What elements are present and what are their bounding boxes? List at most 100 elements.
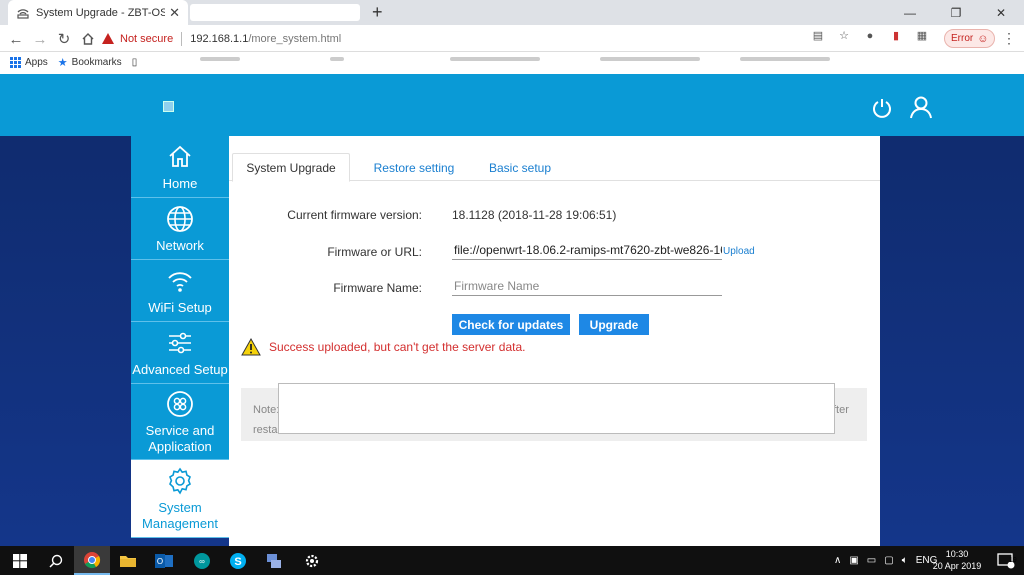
- bookmarks-label: Bookmarks: [71, 56, 122, 68]
- wifi-icon: [165, 266, 195, 296]
- sidebar-item-system-management[interactable]: System Management: [131, 460, 229, 538]
- system-tray: ∧ ▣ ▭ ▢ 🔈︎ ENG: [834, 546, 937, 575]
- sliders-icon: [165, 328, 195, 358]
- outlook-icon[interactable]: O: [146, 546, 182, 575]
- search-icon[interactable]: [38, 546, 74, 575]
- clock-time: 10:30: [945, 549, 969, 559]
- sidebar-item-label: WiFi Setup: [148, 299, 212, 315]
- tray-battery-icon[interactable]: ▭: [867, 555, 876, 566]
- skype-icon[interactable]: S: [220, 546, 256, 575]
- settings-gear-icon[interactable]: [294, 546, 330, 575]
- bookmarks-folder[interactable]: ★ Bookmarks: [58, 56, 122, 69]
- apps-grid-icon: [10, 56, 21, 68]
- page-bookmark[interactable]: ▯: [132, 57, 138, 68]
- windows-start-icon[interactable]: [2, 546, 38, 575]
- windows-taskbar: O ∞ S ∧ ▣ ▭ ▢ 🔈︎ ENG 10:30 20 Apr 2019 1…: [0, 546, 1024, 575]
- firmware-name-input[interactable]: Firmware Name: [452, 276, 722, 296]
- sidebar-item-home[interactable]: Home: [131, 136, 229, 198]
- user-icon[interactable]: [909, 95, 933, 119]
- sidebar-item-label: Service and Application: [145, 422, 215, 454]
- sidebar-item-label: Network: [156, 237, 204, 253]
- sidebar-item-advanced-setup[interactable]: Advanced Setup: [131, 322, 229, 384]
- tab-system-upgrade[interactable]: System Upgrade: [232, 153, 350, 182]
- extension-icons: ▤ ☆ ● ▮ ▦: [810, 29, 930, 43]
- status-alert: Success uploaded, but can't get the serv…: [241, 338, 525, 356]
- back-icon[interactable]: ←: [6, 29, 26, 49]
- clock-date: 20 Apr 2019: [932, 561, 982, 571]
- not-secure-label: Not secure: [120, 32, 174, 45]
- apps-bookmark[interactable]: Apps: [10, 56, 48, 68]
- reload-icon[interactable]: ↻: [54, 29, 74, 49]
- page-icon: ▯: [131, 56, 138, 68]
- browser-menu-icon[interactable]: ⋮: [1002, 30, 1016, 47]
- url-text: 192.168.1.1/more_system.html: [190, 33, 341, 45]
- router-header: [0, 74, 1024, 136]
- home-browser-icon[interactable]: [78, 29, 98, 49]
- tray-network-icon[interactable]: ▢: [884, 555, 893, 566]
- firmware-name-label: Firmware Name:: [333, 281, 422, 295]
- address-separator: [181, 31, 183, 46]
- minimize-window-icon[interactable]: —: [887, 0, 933, 25]
- router-page: Home Network WiFi Setup Advanced Setup S…: [0, 74, 1024, 546]
- tab-restore-setting[interactable]: Restore setting: [369, 153, 459, 182]
- svg-text:∞: ∞: [199, 557, 205, 566]
- file-explorer-icon[interactable]: [110, 546, 146, 575]
- sidebar-item-label: Advanced Setup: [132, 361, 228, 377]
- tab-basic-setup[interactable]: Basic setup: [485, 153, 555, 182]
- chrome-taskbar-icon[interactable]: [74, 546, 110, 575]
- notifications-icon[interactable]: 19: [988, 546, 1024, 575]
- tray-volume-icon[interactable]: 🔈︎: [902, 555, 908, 566]
- upgrade-button[interactable]: Upgrade: [579, 314, 649, 335]
- check-updates-button[interactable]: Check for updates: [452, 314, 570, 335]
- arduino-icon[interactable]: ∞: [184, 546, 220, 575]
- browser-tab-inactive[interactable]: [190, 4, 360, 21]
- sidebar-item-wifi[interactable]: WiFi Setup: [131, 260, 229, 322]
- alert-message: Success uploaded, but can't get the serv…: [269, 340, 526, 354]
- notification-count: 19: [1009, 557, 1017, 564]
- upload-link[interactable]: Upload: [723, 246, 755, 257]
- apps-label: Apps: [25, 56, 48, 68]
- address-bar[interactable]: Not secure 192.168.1.1/more_system.html: [102, 28, 862, 49]
- bookmark-star-icon[interactable]: ☆: [836, 29, 852, 42]
- tray-chevron-up-icon[interactable]: ∧: [834, 555, 841, 566]
- apps-icon: [165, 389, 195, 419]
- blurred-bookmark[interactable]: [450, 57, 540, 61]
- tray-app-icon[interactable]: ▣: [849, 555, 858, 566]
- blurred-bookmark[interactable]: [600, 57, 700, 61]
- extension-circle-icon[interactable]: ●: [862, 30, 878, 42]
- browser-toolbar: ← → ↻ Not secure 192.168.1.1/more_system…: [0, 25, 1024, 52]
- globe-icon: [165, 204, 195, 234]
- gear-icon: [165, 466, 195, 496]
- power-icon[interactable]: [871, 97, 893, 119]
- bookmarks-bar: Apps ★ Bookmarks ▯: [0, 52, 1024, 72]
- new-tab-button[interactable]: +: [372, 2, 383, 23]
- sidebar-item-network[interactable]: Network: [131, 198, 229, 260]
- note-text-right: fter: [833, 404, 849, 416]
- content-panel: System Upgrade Restore setting Basic set…: [229, 136, 880, 546]
- error-label: Error: [951, 33, 974, 44]
- current-firmware-value: 18.1128 (2018-11-28 19:06:51): [452, 208, 617, 222]
- browser-tab-active[interactable]: System Upgrade - ZBT-OS-V1.0 ✕: [8, 0, 188, 25]
- blurred-bookmark[interactable]: [330, 57, 344, 61]
- svg-text:S: S: [234, 556, 241, 568]
- close-window-icon[interactable]: ✕: [978, 0, 1024, 25]
- profile-error-button[interactable]: Error ☺: [944, 29, 996, 48]
- panel-tabs: System Upgrade Restore setting Basic set…: [229, 153, 880, 182]
- restore-window-icon[interactable]: ❐: [933, 0, 979, 25]
- close-tab-icon[interactable]: ✕: [169, 5, 180, 21]
- blurred-bookmark[interactable]: [200, 57, 240, 61]
- svg-text:O: O: [157, 557, 163, 566]
- translate-icon[interactable]: ▤: [810, 29, 826, 42]
- bookmarks-star-icon: ★: [57, 56, 68, 69]
- browser-tab-strip: System Upgrade - ZBT-OS-V1.0 ✕ + — ❐ ✕: [0, 0, 1024, 25]
- avatar-icon: ☺: [977, 32, 989, 45]
- forward-icon[interactable]: →: [30, 29, 50, 49]
- taskbar-clock[interactable]: 10:30 20 Apr 2019: [930, 548, 984, 572]
- zip-extension-icon[interactable]: ▦: [914, 29, 930, 42]
- url-host: 192.168.1.1: [190, 32, 249, 45]
- sidebar-item-service-application[interactable]: Service and Application: [131, 384, 229, 460]
- pdf-extension-icon[interactable]: ▮: [888, 29, 904, 42]
- blurred-bookmark[interactable]: [740, 57, 830, 61]
- network-app-icon[interactable]: [256, 546, 292, 575]
- firmware-url-input[interactable]: file://openwrt-18.06.2-ramips-mt7620-zbt…: [452, 240, 722, 260]
